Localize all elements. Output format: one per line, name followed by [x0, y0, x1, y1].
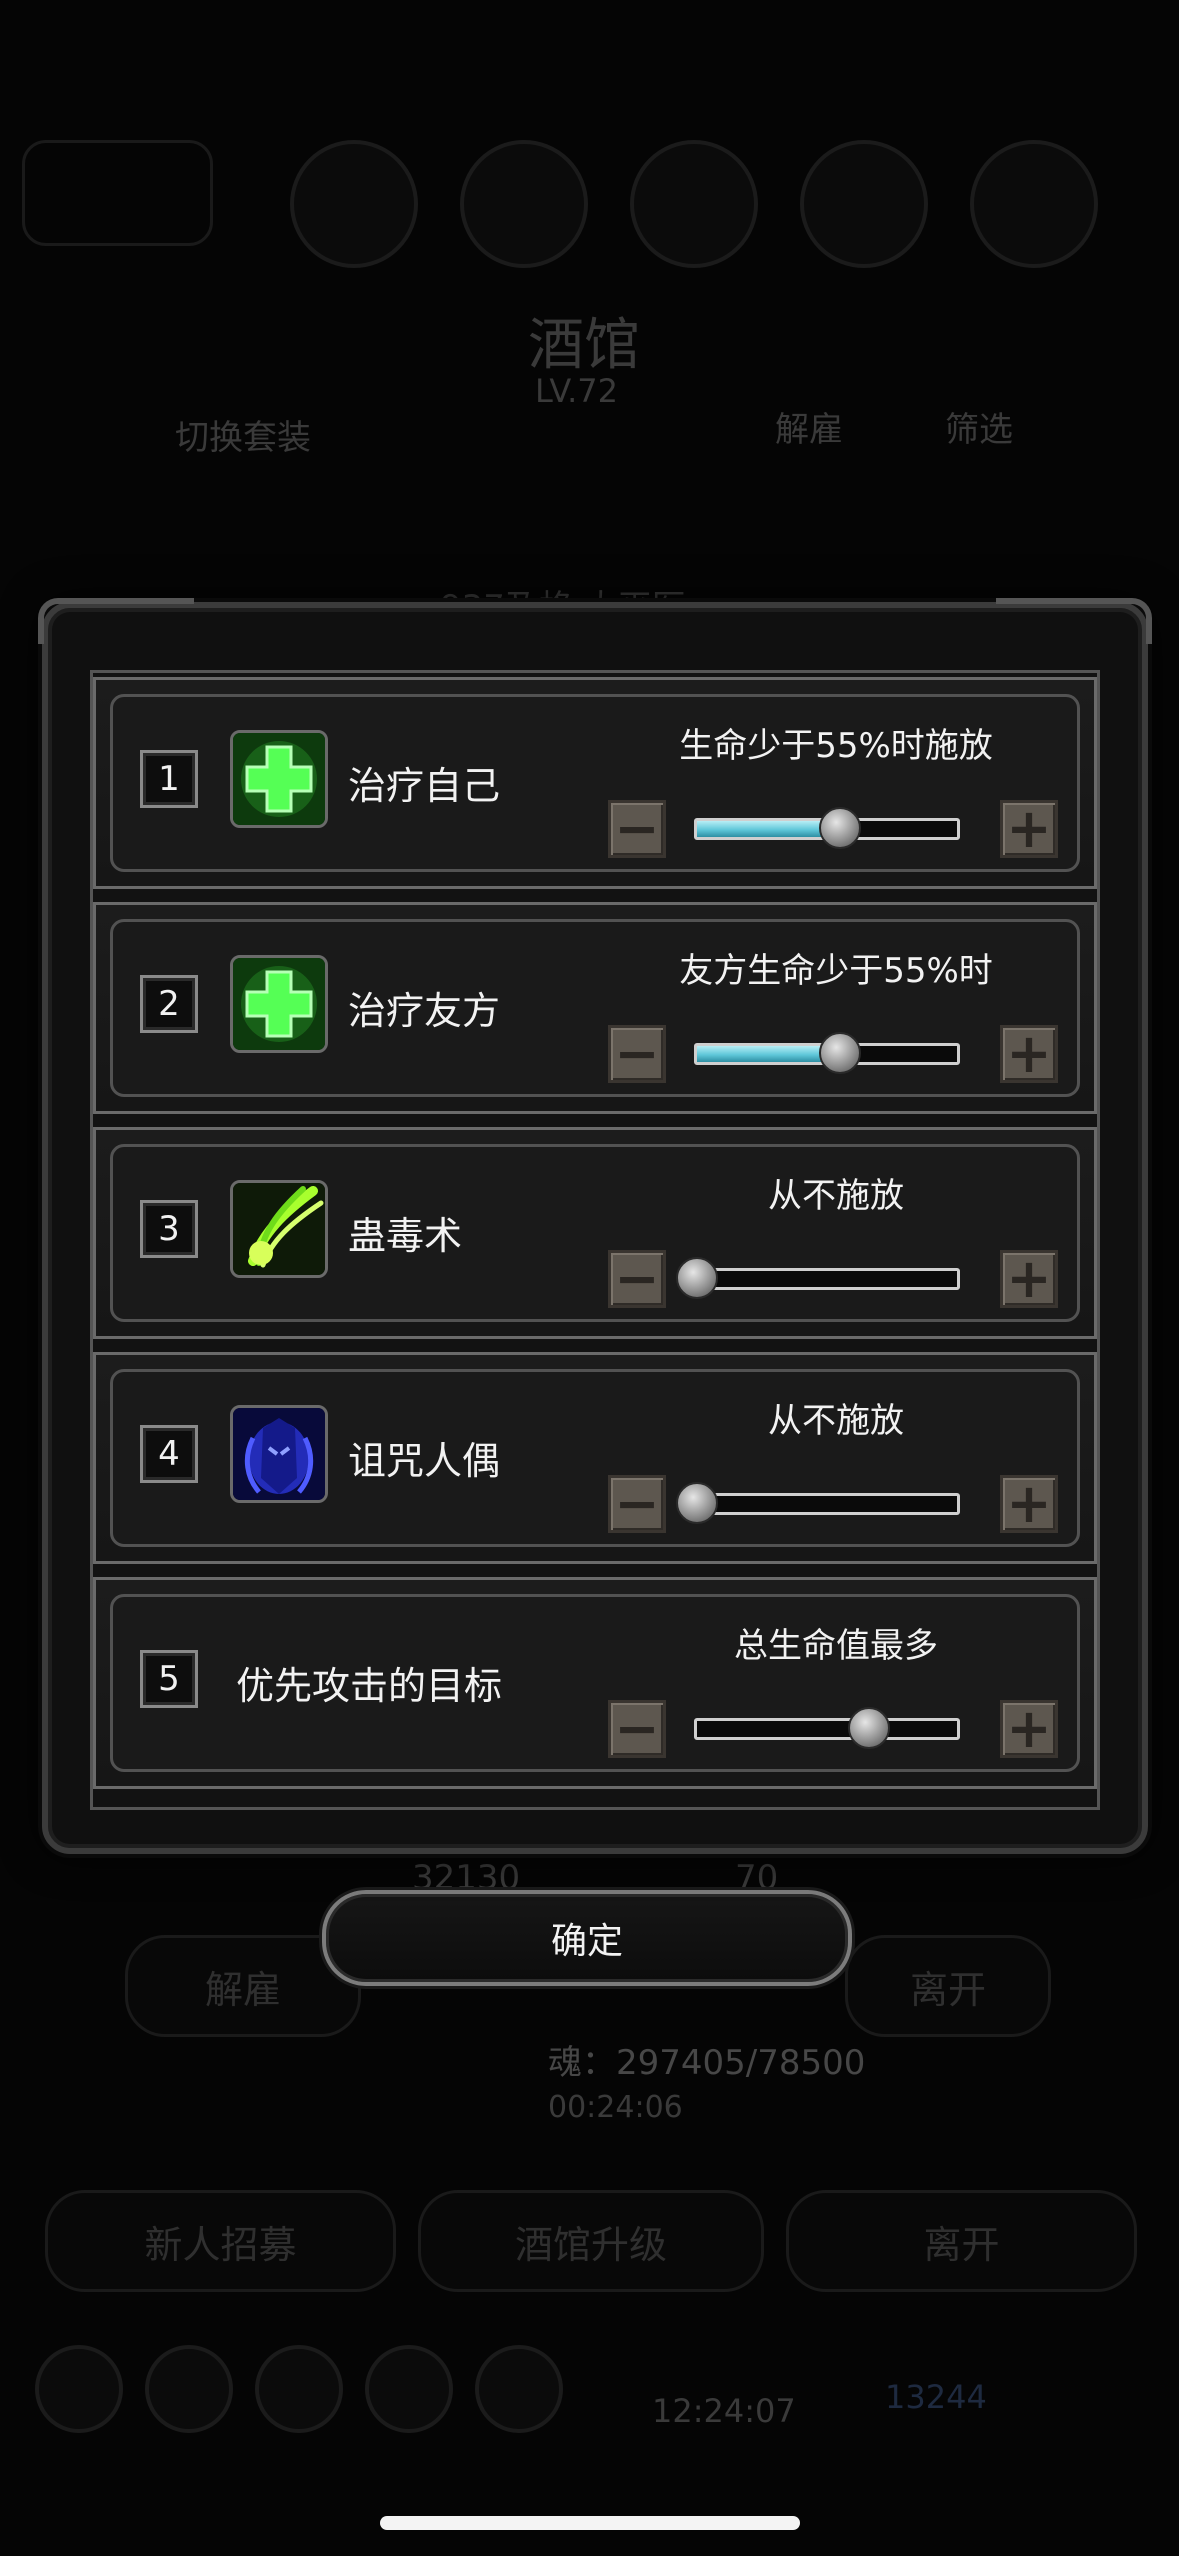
- bg-recruit-button: 新人招募: [45, 2190, 396, 2292]
- cast-condition: 从不施放: [768, 1401, 904, 1441]
- bg-tab-icon-2: [460, 140, 588, 268]
- confirm-button[interactable]: 确定: [322, 1890, 852, 1986]
- increase-button[interactable]: +: [1000, 1700, 1058, 1758]
- increase-button[interactable]: +: [1000, 800, 1058, 858]
- bg-tab-icon-5: [970, 140, 1098, 268]
- bg-soul-text: 魂：297405/78500: [548, 2043, 866, 2083]
- skill-list: 1 治疗自己 生命少于55%时施放 − + 2 治疗友方 友方生命少于55%时 …: [90, 670, 1100, 1810]
- bg-tab-fire: 解雇: [775, 410, 843, 450]
- threshold-slider[interactable]: [694, 807, 960, 849]
- decrease-button[interactable]: −: [608, 1475, 666, 1533]
- slider-knob[interactable]: [676, 1482, 718, 1524]
- skill-name: 治疗友方: [348, 989, 501, 1033]
- skill-row-1: 1 治疗自己 生命少于55%时施放 − +: [93, 677, 1097, 889]
- slider-knob[interactable]: [819, 1032, 861, 1074]
- row-number: 5: [140, 1650, 198, 1708]
- bg-nav-icon-5: [475, 2345, 563, 2433]
- bg-tab-icon-3: [630, 140, 758, 268]
- bg-bottom-leave-button: 离开: [786, 2190, 1137, 2292]
- bg-clock: 12:24:07: [652, 2392, 796, 2430]
- row-number: 2: [140, 975, 198, 1033]
- cast-condition: 生命少于55%时施放: [679, 726, 993, 766]
- bg-leave-button: 离开: [845, 1935, 1051, 2037]
- cast-condition: 从不施放: [768, 1176, 904, 1216]
- skill-name: 蛊毒术: [348, 1214, 463, 1258]
- increase-button[interactable]: +: [1000, 1025, 1058, 1083]
- skill-row-4: 4 诅咒人偶 从不施放 − +: [93, 1352, 1097, 1564]
- row-number: 1: [140, 750, 198, 808]
- skill-settings-dialog: 1 治疗自己 生命少于55%时施放 − + 2 治疗友方 友方生命少于55%时 …: [38, 598, 1152, 1854]
- increase-button[interactable]: +: [1000, 1475, 1058, 1533]
- skill-row-3: 3 蛊毒术 从不施放 − +: [93, 1127, 1097, 1339]
- target-condition: 总生命值最多: [734, 1626, 938, 1666]
- decrease-button[interactable]: −: [608, 1025, 666, 1083]
- bg-nav-icon-1: [35, 2345, 123, 2433]
- threshold-slider[interactable]: [676, 1482, 960, 1524]
- bg-nav-icon-4: [365, 2345, 453, 2433]
- slider-knob[interactable]: [847, 1707, 890, 1749]
- slider-knob[interactable]: [676, 1257, 718, 1299]
- bg-avatar-frame: [22, 140, 213, 246]
- slider-knob[interactable]: [819, 807, 861, 849]
- bg-tab-icon-1: [290, 140, 418, 268]
- decrease-button[interactable]: −: [608, 1700, 666, 1758]
- bg-tab-switch-set: 切换套装: [175, 418, 311, 458]
- bg-tavern-upgrade-button: 酒馆升级: [418, 2190, 764, 2292]
- row-number: 3: [140, 1200, 198, 1258]
- cast-condition: 友方生命少于55%时: [679, 951, 993, 991]
- poison-claw-icon: [230, 1180, 328, 1278]
- target-priority-row: 5 优先攻击的目标 总生命值最多 − +: [93, 1577, 1097, 1789]
- skill-row-2: 2 治疗友方 友方生命少于55%时 − +: [93, 902, 1097, 1114]
- home-indicator: [380, 2516, 800, 2530]
- bg-tab-icon-4: [800, 140, 928, 268]
- bg-timer: 00:24:06: [548, 2090, 683, 2125]
- bg-level: LV.72: [535, 372, 618, 410]
- decrease-button[interactable]: −: [608, 800, 666, 858]
- bg-gold: 13244: [885, 2378, 987, 2416]
- threshold-slider[interactable]: [694, 1032, 960, 1074]
- curse-doll-icon: [230, 1405, 328, 1503]
- increase-button[interactable]: +: [1000, 1250, 1058, 1308]
- target-priority-label: 优先攻击的目标: [236, 1664, 503, 1708]
- skill-name: 诅咒人偶: [348, 1439, 501, 1483]
- bg-tab-filter: 筛选: [945, 410, 1013, 450]
- row-number: 4: [140, 1425, 198, 1483]
- bg-nav-icon-3: [255, 2345, 343, 2433]
- threshold-slider[interactable]: [676, 1257, 960, 1299]
- skill-name: 治疗自己: [348, 764, 501, 808]
- decrease-button[interactable]: −: [608, 1250, 666, 1308]
- bg-nav-icon-2: [145, 2345, 233, 2433]
- heal-cross-icon: [230, 730, 328, 828]
- target-slider[interactable]: [694, 1707, 960, 1749]
- bg-title: 酒馆: [528, 313, 640, 378]
- heal-cross-icon: [230, 955, 328, 1053]
